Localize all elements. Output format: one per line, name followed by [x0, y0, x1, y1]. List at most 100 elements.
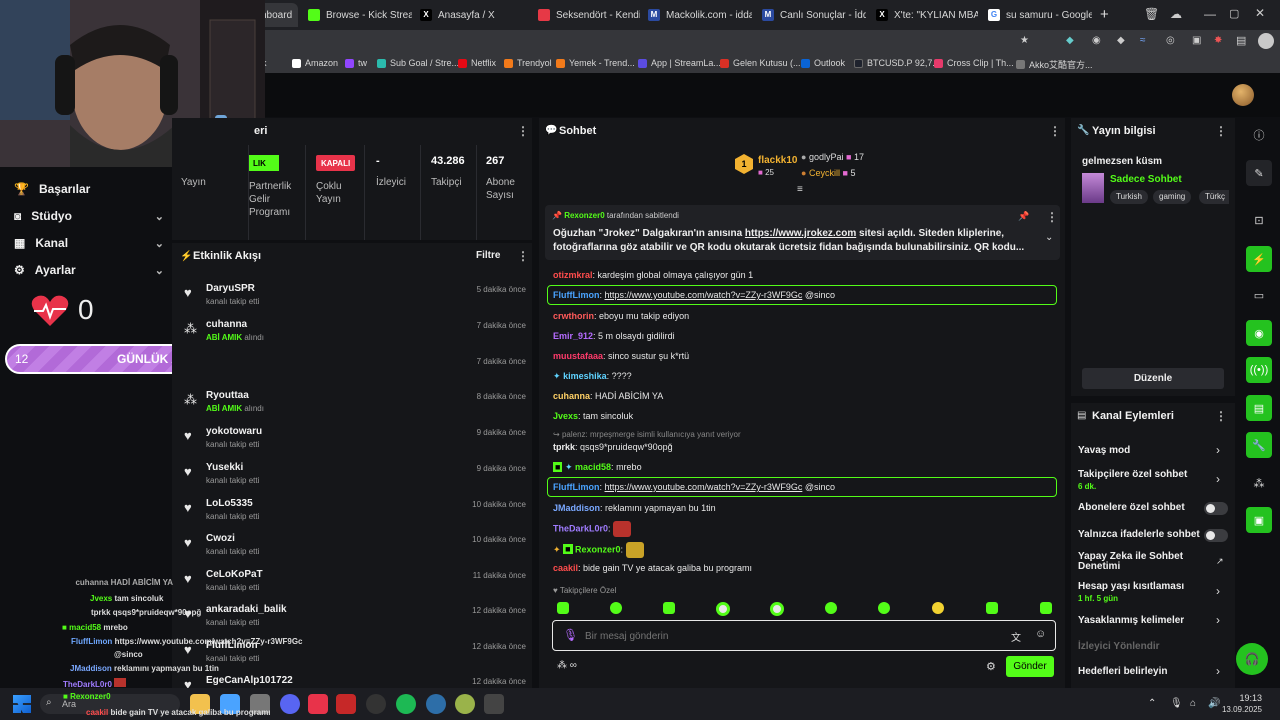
category-name[interactable]: Sadece Sohbet — [1110, 174, 1182, 185]
bookmark[interactable]: Yemek - Trend... — [556, 58, 635, 68]
app-icon[interactable] — [484, 694, 504, 714]
layout-icon[interactable]: ▤ — [1246, 395, 1272, 421]
leader-name[interactable]: flackk10 — [758, 155, 797, 166]
chat-message[interactable]: caakil: bide gain TV ye atacak galiba bu… — [553, 563, 752, 573]
profile-avatar[interactable] — [1258, 33, 1274, 49]
extension-icon[interactable]: ✸ — [1214, 35, 1222, 46]
bookmark[interactable]: Akko艾酷官方... — [1016, 58, 1093, 71]
app-icon[interactable] — [455, 694, 475, 714]
lightning-icon[interactable]: ⚡ — [1246, 246, 1272, 272]
action-banned-words[interactable]: Yasaklanmış kelimeler — [1078, 615, 1184, 626]
chat-message[interactable]: tprkk: qsqs9*pruideqw*90opğ — [553, 442, 673, 452]
list-item[interactable]: ♥ EgeCanAlp101722 12 dakika önce — [176, 671, 532, 688]
leader-third[interactable]: ● Ceyckill ■ 5 — [801, 168, 855, 178]
action-slow-mode[interactable]: Yavaş mod — [1078, 445, 1130, 456]
browser-tab[interactable]: X X'te: "KYLIAN MBAPP — [868, 3, 978, 27]
list-item[interactable]: ♥ ankaradaki_balik kanalı takip etti 12 dak… — [176, 600, 532, 636]
extension-icon[interactable]: ▣ — [1192, 35, 1201, 46]
chat-message[interactable]: TheDarkL0r0: — [553, 521, 632, 537]
bookmark[interactable]: Cross Clip | Th... — [934, 58, 1014, 68]
extension-icon[interactable]: ◎ — [1166, 35, 1175, 46]
chat-message[interactable]: Emir_912: 5 m olsaydı gidilirdi — [553, 331, 675, 341]
microphone-icon[interactable]: 🎙 — [1170, 698, 1183, 709]
bookmark-star-icon[interactable]: ★ — [1020, 35, 1029, 46]
sidebar-item-ayarlar[interactable]: ⚙ Ayarlar ⌄ — [14, 263, 164, 277]
bookmark[interactable]: Outlook — [801, 58, 845, 68]
list-item[interactable]: ♥ Cwozi kanalı takip etti 10 dakika önce — [176, 529, 532, 565]
browser-tab[interactable]: Seksendört - Kendime Ya — [530, 3, 640, 27]
external-link-icon[interactable]: ↗ — [1216, 556, 1224, 567]
list-item[interactable]: ♥ yokotowaru kanalı takip etti 9 dakika önc… — [176, 422, 532, 458]
chat-message[interactable]: muustafaaa: sinco sustur şu k*rtü — [553, 351, 689, 361]
extension-icon[interactable]: ◉ — [1092, 35, 1101, 46]
action-subs-only[interactable]: Abonelere özel sohbet — [1078, 502, 1185, 513]
chat-message[interactable]: JMaddison: reklamını yapmayan bu 1tin — [553, 503, 716, 513]
bookmark[interactable]: Gelen Kutusu (... — [720, 58, 801, 68]
action-set-goals[interactable]: Hedefleri belirleyin — [1078, 666, 1167, 677]
obs-icon[interactable] — [366, 694, 386, 714]
chat-link[interactable]: https://www.youtube.com/watch?v=ZZy-r3WF… — [605, 290, 803, 300]
leader-second[interactable]: ● godlyPai ■ 17 — [801, 152, 864, 162]
emote-icon[interactable] — [878, 602, 890, 614]
list-item[interactable]: ⁂ Ryouttaa ABİ AMIK alındı 8 dakika önce — [176, 386, 532, 422]
expand-leaderboard-icon[interactable]: ≡ — [797, 184, 803, 195]
chat-message[interactable]: ✦ ■ Rexonzer0: — [553, 542, 644, 558]
pin-icon[interactable]: 📌 — [1018, 211, 1029, 222]
chevron-right-icon[interactable]: › — [1216, 584, 1220, 598]
action-ai-moderation[interactable]: Yapay Zeka ile Sohbet Denetimi — [1078, 552, 1198, 572]
emote-icon[interactable] — [557, 602, 569, 614]
chat-message[interactable]: ■ ✦ macid58: mrebo — [553, 462, 642, 473]
image-icon[interactable]: ▣ — [1246, 507, 1272, 533]
maximize-icon[interactable]: ▢ — [1229, 7, 1239, 20]
vivaldi-icon[interactable] — [308, 694, 328, 714]
emote-icon[interactable] — [716, 602, 730, 616]
app-icon[interactable] — [426, 694, 446, 714]
chevron-right-icon[interactable]: › — [1216, 613, 1220, 627]
emote-icon[interactable] — [825, 602, 837, 614]
edit-button[interactable]: Düzenle — [1082, 368, 1224, 389]
trash-icon[interactable]: 🗑 — [1144, 7, 1159, 21]
chevron-right-icon[interactable]: › — [1216, 664, 1220, 678]
close-icon[interactable]: ✕ — [1255, 6, 1265, 20]
sidebar-item-studyo[interactable]: ◙ Stüdyo ⌄ — [14, 209, 164, 223]
chat-link[interactable]: https://www.youtube.com/watch?v=ZZy-r3WF… — [605, 482, 803, 492]
chat-message[interactable]: ✦ kimeshika: ???? — [553, 371, 632, 382]
support-chat-button[interactable]: 🎧 — [1236, 643, 1268, 675]
send-button[interactable]: Gönder — [1006, 656, 1054, 677]
browser-tab[interactable]: M Mackolik.com - iddaa,can — [640, 3, 752, 27]
list-item[interactable]: ♥ LoLo5335 kanalı takip etti 10 dakika önce — [176, 494, 532, 530]
more-options-icon[interactable]: ⋮ — [1049, 124, 1061, 138]
bookmark[interactable]: tw — [345, 58, 367, 68]
emote-icon[interactable] — [770, 602, 784, 616]
app-icon[interactable] — [336, 694, 356, 714]
spotify-icon[interactable] — [396, 694, 416, 714]
extension-icon[interactable]: ≈ — [1140, 35, 1146, 46]
clock-date[interactable]: 13.09.2025 — [1214, 705, 1262, 714]
browser-tab[interactable]: Gsu samuru - Google'da A — [980, 3, 1092, 27]
chat-input[interactable] — [585, 627, 965, 645]
browser-tab[interactable]: Browse - Kick Streaming — [300, 3, 412, 27]
list-item[interactable]: ♥ DaryuSPR kanalı takip etti 5 dakika önce — [176, 279, 532, 315]
chevron-right-icon[interactable]: › — [1216, 443, 1220, 457]
emote-icon[interactable] — [1040, 602, 1052, 614]
clock-time[interactable]: 19:13 — [1226, 693, 1262, 703]
document-icon[interactable]: ▭ — [1246, 282, 1272, 308]
sidebar-item-kanal[interactable]: ▦ Kanal ⌄ — [14, 236, 164, 250]
list-item[interactable]: ⁂ cuhanna ABİ AMIK alındı 7 dakika önce — [176, 315, 532, 351]
discord-icon[interactable] — [280, 694, 300, 714]
action-emote-only[interactable]: Yalnızca ifadelerle sohbet — [1078, 529, 1200, 540]
bookmark[interactable]: Trendyol — [504, 58, 552, 68]
list-item[interactable]: ♥ CeLoKoPaT kanalı takip etti 11 dakika önc… — [176, 565, 532, 601]
browser-tab[interactable]: M Canlı Sonuçlar - İddaa Sc — [754, 3, 866, 27]
browser-tab[interactable]: X Anasayfa / X — [412, 3, 526, 27]
emote-icon[interactable] — [932, 602, 944, 614]
chevron-up-icon[interactable]: ⌃ — [1148, 698, 1156, 709]
filter-button[interactable]: Filtre — [476, 250, 500, 261]
chat-message[interactable]: FluffLimon: https://www.youtube.com/watc… — [553, 290, 835, 300]
gear-icon[interactable]: ⚙ — [986, 660, 996, 673]
more-options-icon[interactable]: ⋮ — [1046, 210, 1058, 224]
sidebar-toggle-icon[interactable]: ▤ — [1236, 34, 1246, 47]
points-icon[interactable]: ⁂ ∞ — [557, 660, 577, 671]
pinned-link[interactable]: https://www.jrokez.com — [745, 228, 856, 239]
subs-only-toggle[interactable] — [1204, 502, 1228, 515]
